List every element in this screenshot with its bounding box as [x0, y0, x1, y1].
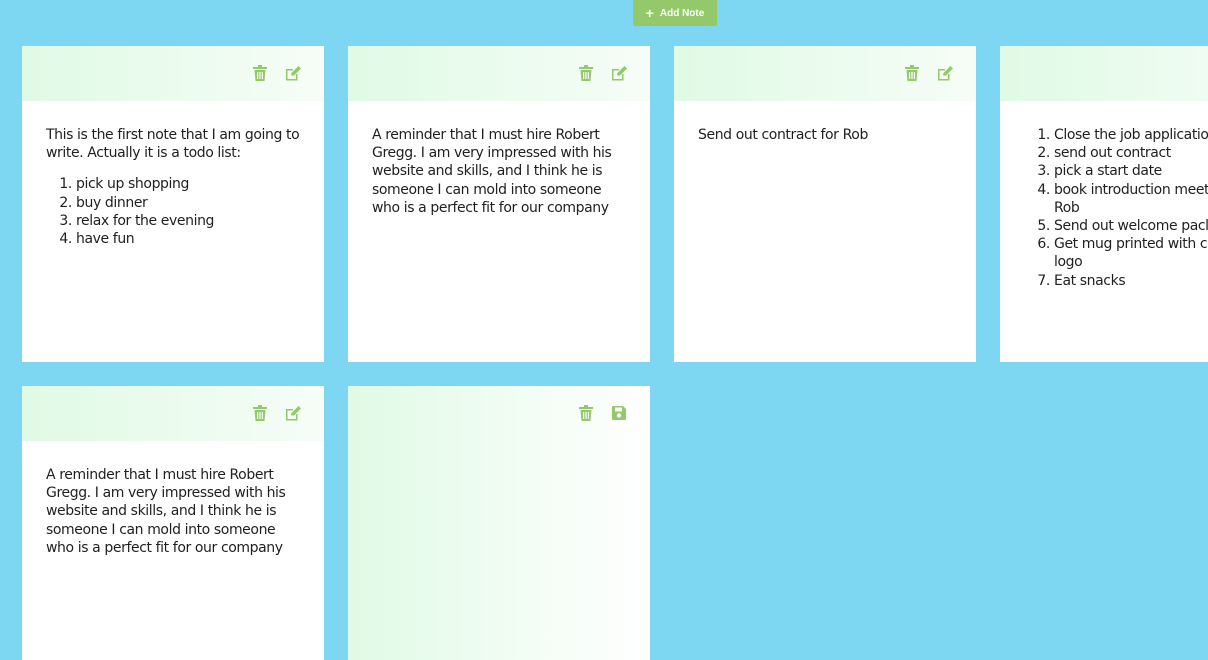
list-item: Eat snacks — [1054, 272, 1208, 290]
trash-icon[interactable] — [577, 404, 595, 422]
note-card: This is the first note that I am going t… — [22, 46, 324, 362]
list-item-text: book introduction meet Rob — [1054, 181, 1208, 216]
note-card: A reminder that I must hire Robert Gregg… — [348, 46, 650, 362]
trash-icon[interactable] — [577, 64, 595, 82]
edit-icon[interactable] — [284, 404, 302, 422]
note-card: Send out contract for Rob — [674, 46, 976, 362]
note-body[interactable]: Send out contract for Rob — [674, 101, 976, 144]
note-text: A reminder that I must hire Robert Gregg… — [46, 467, 286, 556]
list-item: relax for the evening — [76, 212, 300, 230]
list-item: have fun — [76, 230, 300, 248]
trash-icon[interactable] — [903, 64, 921, 82]
list-item: pick a start date — [1054, 162, 1208, 180]
note-header — [22, 46, 324, 101]
note-card: A reminder that I must hire Robert Gregg… — [22, 386, 324, 660]
trash-icon[interactable] — [251, 404, 269, 422]
list-item: send out contract — [1054, 144, 1208, 162]
note-header — [348, 386, 650, 441]
save-icon[interactable] — [610, 404, 628, 422]
note-card-editing — [348, 386, 650, 660]
note-text: A reminder that I must hire Robert Gregg… — [372, 127, 612, 216]
list-item: buy dinner — [76, 194, 300, 212]
note-body[interactable]: This is the first note that I am going t… — [22, 101, 324, 248]
note-text: Send out contract for Rob — [698, 127, 868, 143]
notes-board: This is the first note that I am going t… — [0, 0, 1208, 660]
note-list: pick up shopping buy dinner relax for th… — [46, 175, 300, 248]
note-list: Close the job applicatio send out contra… — [1024, 126, 1208, 290]
trash-icon[interactable] — [251, 64, 269, 82]
note-header — [1000, 46, 1208, 101]
note-body[interactable]: Close the job applicatio send out contra… — [1000, 101, 1208, 290]
note-textarea[interactable] — [348, 441, 650, 660]
note-card: Close the job applicatio send out contra… — [1000, 46, 1208, 362]
note-header — [22, 386, 324, 441]
note-body[interactable]: A reminder that I must hire Robert Gregg… — [22, 441, 324, 557]
list-item: Send out welcome pacl — [1054, 217, 1208, 235]
list-item: pick up shopping — [76, 175, 300, 193]
note-header — [674, 46, 976, 101]
edit-icon[interactable] — [284, 64, 302, 82]
list-item: Close the job applicatio — [1054, 126, 1208, 144]
edit-icon[interactable] — [936, 64, 954, 82]
list-item: book introduction meet Rob — [1054, 181, 1208, 217]
note-header — [348, 46, 650, 101]
note-text: This is the first note that I am going t… — [46, 127, 300, 162]
note-body[interactable]: A reminder that I must hire Robert Gregg… — [348, 101, 650, 217]
list-item: Get mug printed with co logo — [1054, 235, 1208, 271]
edit-icon[interactable] — [610, 64, 628, 82]
list-item-text: Get mug printed with co logo — [1054, 236, 1208, 271]
